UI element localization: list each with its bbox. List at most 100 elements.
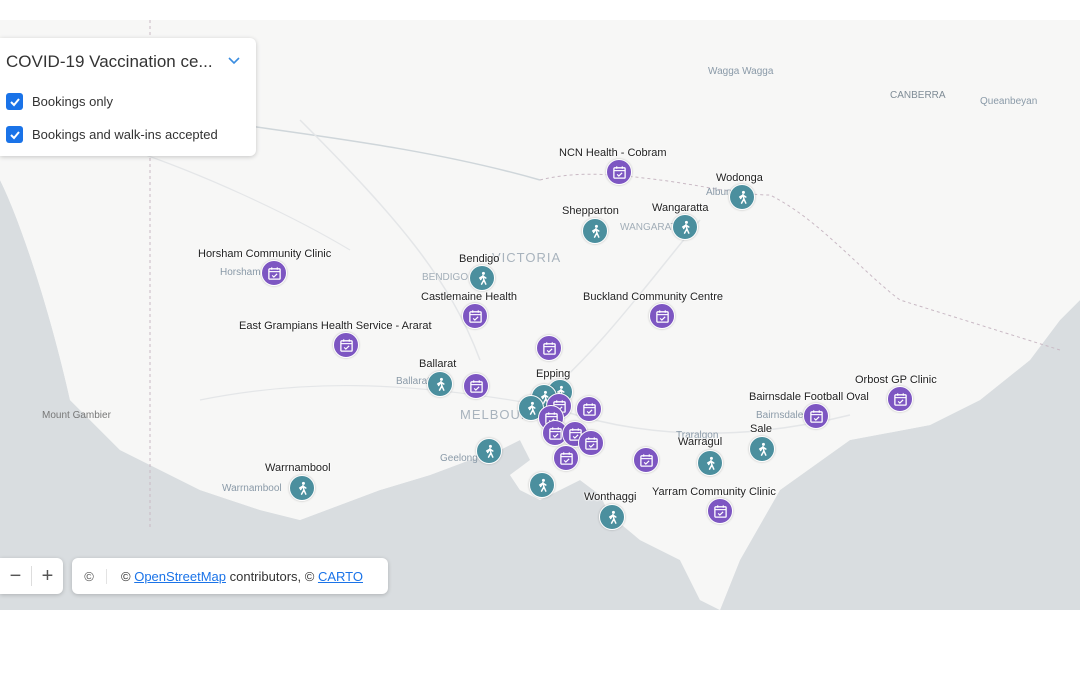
booking-site-marker[interactable] bbox=[463, 373, 489, 399]
calendar-icon bbox=[468, 309, 482, 323]
site-label: Shepparton bbox=[562, 205, 619, 217]
walking-person-icon bbox=[591, 224, 600, 238]
site-label: Horsham Community Clinic bbox=[198, 248, 332, 260]
chevron-down-icon[interactable] bbox=[226, 52, 242, 68]
place-label: Queanbeyan bbox=[980, 96, 1038, 107]
walkin-site-marker[interactable] bbox=[599, 504, 625, 530]
legend-item-bookings-only[interactable]: Bookings only bbox=[6, 93, 113, 110]
openstreetmap-link[interactable]: OpenStreetMap bbox=[134, 569, 226, 584]
state-label: VICTORIA bbox=[492, 250, 562, 265]
booking-site-marker[interactable] bbox=[633, 447, 659, 473]
place-label: Warrnambool bbox=[222, 483, 282, 494]
attribution-toggle-button[interactable]: © bbox=[72, 568, 107, 584]
walking-person-icon bbox=[527, 401, 536, 415]
walking-person-icon bbox=[758, 442, 767, 456]
walking-person-icon bbox=[681, 220, 690, 234]
calendar-icon bbox=[267, 266, 281, 280]
layer-legend-panel: COVID-19 Vaccination ce... Bookings only… bbox=[0, 38, 256, 156]
place-label: Horsham bbox=[220, 267, 261, 278]
calendar-icon bbox=[339, 338, 353, 352]
legend-item-label: Bookings and walk-ins accepted bbox=[32, 127, 218, 142]
zoom-controls: − + bbox=[0, 558, 63, 594]
walkin-site-marker[interactable] bbox=[476, 438, 502, 464]
calendar-icon bbox=[612, 165, 626, 179]
walking-person-icon bbox=[608, 510, 617, 524]
place-label: BENDIGO bbox=[422, 272, 469, 283]
site-label: Bairnsdale Football Oval bbox=[749, 391, 869, 403]
walkin-site-marker[interactable] bbox=[289, 475, 315, 501]
booking-site-marker[interactable] bbox=[887, 386, 913, 412]
walking-person-icon bbox=[706, 456, 715, 470]
calendar-icon bbox=[559, 451, 573, 465]
site-label: NCN Health - Cobram bbox=[559, 147, 667, 159]
site-label: Castlemaine Health bbox=[421, 291, 517, 303]
site-label: East Grampians Health Service - Ararat bbox=[239, 320, 432, 332]
calendar-icon bbox=[809, 409, 823, 423]
site-label: Wonthaggi bbox=[584, 491, 637, 503]
calendar-icon bbox=[542, 341, 556, 355]
attribution-middle: contributors, © bbox=[226, 568, 318, 584]
attribution-bar: © © OpenStreetMap contributors, © CARTO bbox=[72, 558, 388, 594]
check-icon bbox=[9, 97, 20, 106]
walkin-site-marker[interactable] bbox=[749, 436, 775, 462]
booking-site-marker[interactable] bbox=[261, 260, 287, 286]
site-label: Yarram Community Clinic bbox=[652, 486, 776, 498]
walkin-site-marker[interactable] bbox=[672, 214, 698, 240]
legend-title[interactable]: COVID-19 Vaccination ce... bbox=[6, 52, 213, 72]
place-label: CANBERRA bbox=[890, 90, 946, 101]
site-label: Sale bbox=[750, 423, 773, 435]
booking-site-marker[interactable] bbox=[707, 498, 733, 524]
site-label: Buckland Community Centre bbox=[583, 291, 724, 303]
place-label: Wagga Wagga bbox=[708, 66, 774, 77]
attribution-prefix: © bbox=[121, 568, 131, 584]
legend-item-label: Bookings only bbox=[32, 94, 113, 109]
walkin-site-marker[interactable] bbox=[427, 371, 453, 397]
booking-site-marker[interactable] bbox=[606, 159, 632, 185]
walking-person-icon bbox=[538, 478, 547, 492]
site-label: Wangaratta bbox=[652, 202, 709, 214]
site-label: Bendigo bbox=[459, 253, 500, 265]
walkin-site-marker[interactable] bbox=[529, 472, 555, 498]
booking-site-marker[interactable] bbox=[462, 303, 488, 329]
walkin-site-marker[interactable] bbox=[729, 184, 755, 210]
walking-person-icon bbox=[436, 377, 445, 391]
calendar-icon bbox=[469, 379, 483, 393]
place-label: Ballarat bbox=[396, 376, 430, 387]
calendar-icon bbox=[584, 436, 598, 450]
booking-site-marker[interactable] bbox=[578, 430, 604, 456]
walkin-site-marker[interactable] bbox=[582, 218, 608, 244]
legend-item-bookings-walkins[interactable]: Bookings and walk-ins accepted bbox=[6, 126, 218, 143]
booking-site-marker[interactable] bbox=[576, 396, 602, 422]
carto-link[interactable]: CARTO bbox=[318, 569, 363, 584]
checkbox-checked[interactable] bbox=[6, 126, 23, 143]
booking-site-marker[interactable] bbox=[333, 332, 359, 358]
walking-person-icon bbox=[485, 444, 494, 458]
walkin-site-marker[interactable] bbox=[469, 265, 495, 291]
walking-person-icon bbox=[298, 481, 307, 495]
walkin-site-marker[interactable] bbox=[697, 450, 723, 476]
site-label: Ballarat bbox=[419, 358, 457, 370]
zoom-in-button[interactable]: + bbox=[32, 558, 63, 594]
check-icon bbox=[9, 130, 20, 139]
walking-person-icon bbox=[478, 271, 487, 285]
checkbox-checked[interactable] bbox=[6, 93, 23, 110]
site-label: Warrnambool bbox=[265, 462, 331, 474]
calendar-icon bbox=[639, 453, 653, 467]
calendar-icon bbox=[655, 309, 669, 323]
booking-site-marker[interactable] bbox=[536, 335, 562, 361]
site-label: Wodonga bbox=[716, 172, 763, 184]
walking-person-icon bbox=[738, 190, 747, 204]
place-label: Mount Gambier bbox=[42, 410, 111, 421]
site-label: Epping bbox=[536, 368, 571, 380]
calendar-icon bbox=[713, 504, 727, 518]
booking-site-marker[interactable] bbox=[553, 445, 579, 471]
place-label: Bairnsdale bbox=[756, 410, 804, 421]
booking-site-marker[interactable] bbox=[649, 303, 675, 329]
calendar-icon bbox=[582, 402, 596, 416]
booking-site-marker[interactable] bbox=[803, 403, 829, 429]
site-label: Warragul bbox=[678, 436, 723, 448]
place-label: Geelong bbox=[440, 453, 478, 464]
zoom-out-button[interactable]: − bbox=[0, 558, 31, 594]
site-label: Orbost GP Clinic bbox=[855, 374, 937, 386]
calendar-icon bbox=[893, 392, 907, 406]
